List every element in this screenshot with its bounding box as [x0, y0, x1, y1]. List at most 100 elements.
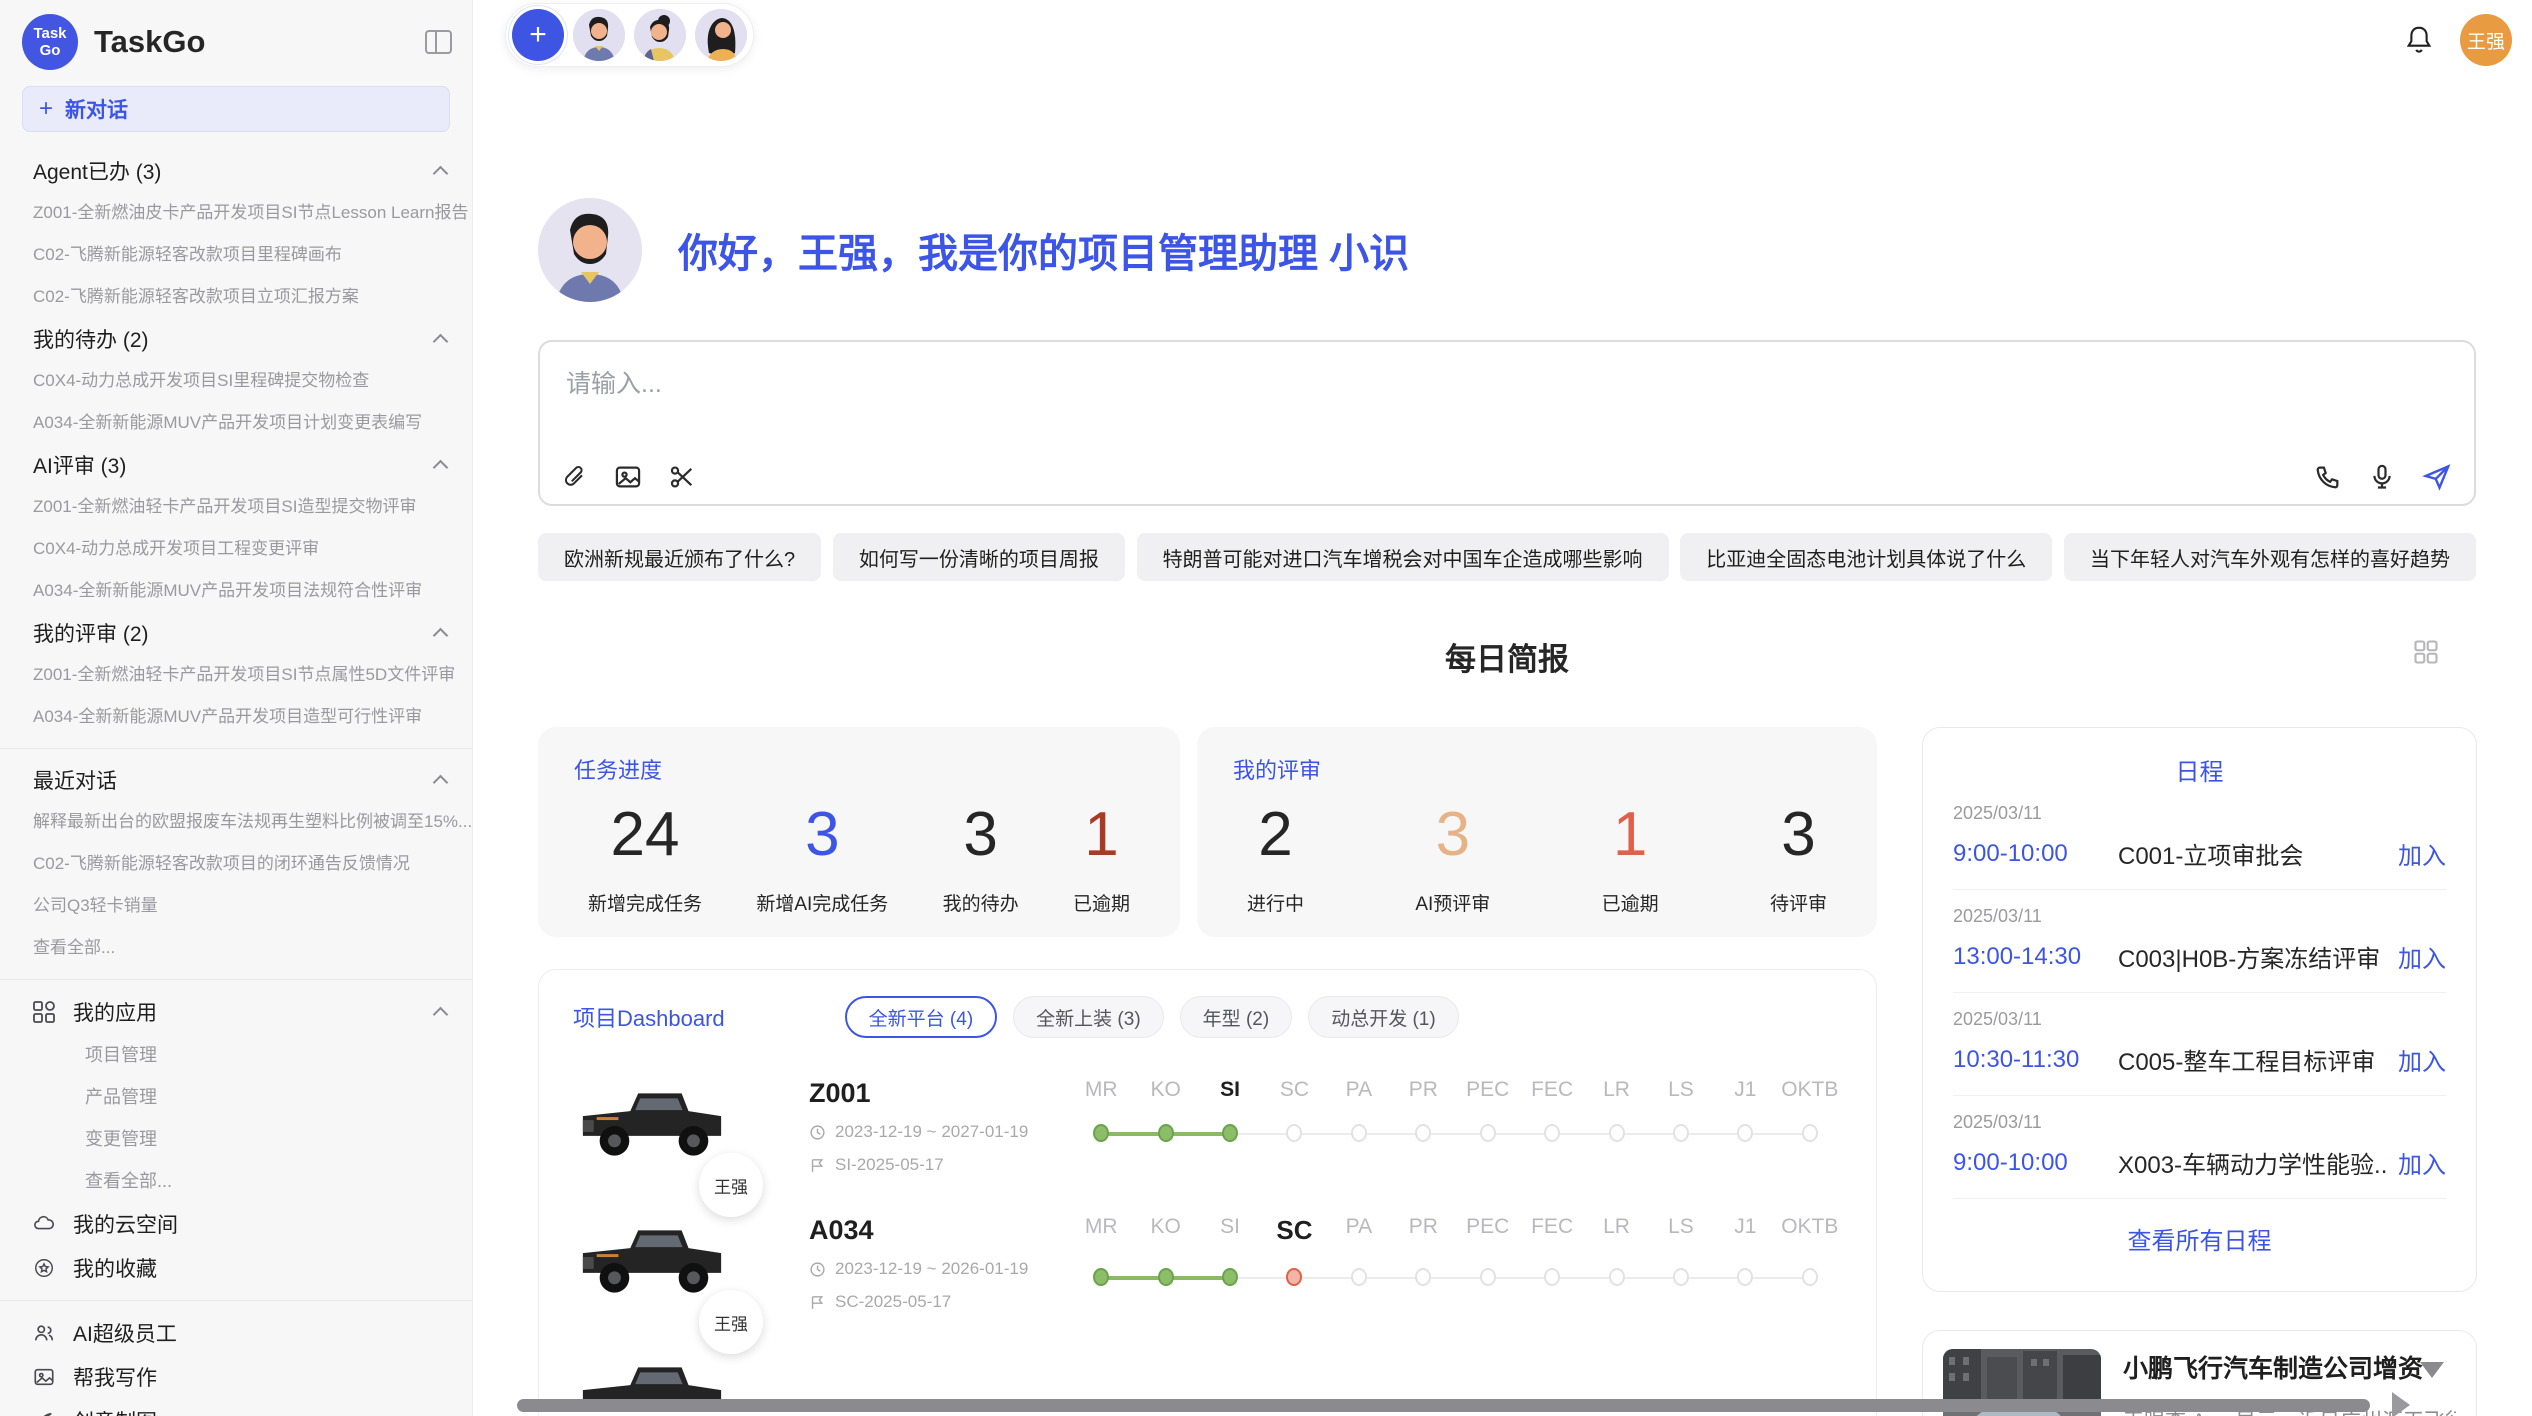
section-my-apps[interactable]: 我的应用 [0, 990, 472, 1034]
sidebar-item-help-write[interactable]: 帮我写作 [0, 1355, 472, 1399]
sidebar-item-cloud-space[interactable]: 我的云空间 [0, 1202, 472, 1246]
project-row[interactable]: 王强 A034 2023-12-19 ~ 2026-01-19 SC-2025-… [573, 1215, 1842, 1312]
taskgo-logo: Task Go [22, 14, 78, 70]
new-chat-button[interactable]: + 新对话 [22, 86, 450, 132]
view-all-schedule-link[interactable]: 查看所有日程 [1953, 1221, 2446, 1256]
recent-chat-item[interactable]: 公司Q3轻卡销量 [0, 885, 472, 927]
sidebar-item[interactable]: C0X4-动力总成开发项目工程变更评审 [0, 528, 472, 570]
section-agent-done[interactable]: Agent已办 (3) [0, 150, 472, 192]
sidebar-item-creative-draw[interactable]: 创意制图 [0, 1399, 472, 1416]
milestone-label: J1 [1713, 1215, 1777, 1246]
sidebar-item[interactable]: Z001-全新燃油轻卡产品开发项目SI造型提交物评审 [0, 486, 472, 528]
apps-view-all[interactable]: 查看全部... [0, 1160, 472, 1202]
sidebar-item[interactable]: A034-全新新能源MUV产品开发项目计划变更表编写 [0, 402, 472, 444]
suggestion-chip[interactable]: 特朗普可能对进口汽车增税会对中国车企造成哪些影响 [1137, 533, 1669, 581]
avatar[interactable] [573, 9, 625, 61]
join-button[interactable]: 加入 [2398, 1042, 2446, 1077]
user-avatar[interactable]: 王强 [2460, 14, 2512, 66]
chevron-up-icon[interactable] [434, 626, 448, 640]
tab-model-year[interactable]: 年型 (2) [1180, 996, 1293, 1038]
suggestion-chip[interactable]: 欧洲新规最近颁布了什么? [538, 533, 821, 581]
tab-powertrain[interactable]: 动总开发 (1) [1308, 996, 1459, 1038]
stat-label: 待评审 [1770, 889, 1827, 916]
recent-view-all[interactable]: 查看全部... [0, 927, 472, 969]
suggestion-chip[interactable]: 比亚迪全固态电池计划具体说了什么 [1680, 533, 2052, 581]
project-info: Z001 2023-12-19 ~ 2027-01-19 SI-2025-05-… [809, 1078, 1059, 1175]
chevron-up-icon[interactable] [434, 164, 448, 178]
layout-grid-icon[interactable] [2412, 638, 2440, 666]
sidebar-item-label: 我的云空间 [73, 1209, 178, 1239]
sidebar-item[interactable]: Z001-全新燃油皮卡产品开发项目SI节点Lesson Learn报告 [0, 192, 472, 234]
scroll-down-arrow-icon[interactable] [2420, 1362, 2444, 1378]
message-composer[interactable]: 请输入... [538, 340, 2476, 506]
stat-label: 新增AI完成任务 [756, 889, 888, 916]
chevron-up-icon[interactable] [434, 773, 448, 787]
sidebar-item-label: 我的收藏 [73, 1253, 157, 1283]
sidebar-item[interactable]: C0X4-动力总成开发项目SI里程碑提交物检查 [0, 360, 472, 402]
image-upload-icon[interactable] [614, 463, 642, 491]
sidebar-item-ai-employee[interactable]: AI超级员工 [0, 1311, 472, 1355]
milestone-label: LS [1649, 1078, 1713, 1102]
schedule-time: 9:00-10:00 [1953, 1149, 2118, 1177]
add-session-button[interactable]: + [512, 9, 564, 61]
suggestion-chip[interactable]: 当下年轻人对汽车外观有怎样的喜好趋势 [2064, 533, 2476, 581]
briefing-title: 每日简报 [1445, 642, 1569, 677]
dashboard-tabs: 全新平台 (4) 全新上装 (3) 年型 (2) 动总开发 (1) [845, 996, 1459, 1038]
schedule-card: 日程 2025/03/11 9:00-10:00 C001-立项审批会 加入 2… [1922, 727, 2477, 1292]
scroll-right-arrow-icon[interactable] [2392, 1392, 2410, 1416]
clock-icon [809, 1124, 826, 1141]
new-chat-label: 新对话 [65, 94, 128, 124]
section-ai-review[interactable]: AI评审 (3) [0, 444, 472, 486]
microphone-icon[interactable] [2368, 463, 2396, 491]
app-item-product-mgmt[interactable]: 产品管理 [0, 1076, 472, 1118]
recent-chat-item[interactable]: C02-飞腾新能源轻客改款项目的闭环通告反馈情况 [0, 843, 472, 885]
sidebar-item[interactable]: Z001-全新燃油轻卡产品开发项目SI节点属性5D文件评审 [0, 654, 472, 696]
join-button[interactable]: 加入 [2398, 836, 2446, 871]
milestone-label: PA [1327, 1078, 1391, 1102]
milestone-labels: MR KO SI SC PA PR PEC FEC LR LS J1 OKTB [1069, 1215, 1842, 1246]
section-recent-chats[interactable]: 最近对话 [0, 759, 472, 801]
sidebar-collapse-icon[interactable] [425, 30, 452, 54]
phone-icon[interactable] [2314, 463, 2342, 491]
sidebar-item[interactable]: C02-飞腾新能源轻客改款项目里程碑画布 [0, 234, 472, 276]
cloud-icon [33, 1213, 55, 1235]
avatar-person-icon [634, 9, 686, 61]
chevron-up-icon[interactable] [434, 458, 448, 472]
chevron-up-icon[interactable] [434, 1005, 448, 1019]
dashboard-title: 项目Dashboard [573, 1001, 725, 1033]
stat: 2 进行中 [1247, 795, 1304, 916]
avatar[interactable] [695, 9, 747, 61]
app-item-project-mgmt[interactable]: 项目管理 [0, 1034, 472, 1076]
section-title: 我的应用 [73, 997, 434, 1027]
sidebar-item[interactable]: A034-全新新能源MUV产品开发项目法规符合性评审 [0, 570, 472, 612]
section-title: 最近对话 [33, 765, 434, 795]
sidebar-item[interactable]: C02-飞腾新能源轻客改款项目立项汇报方案 [0, 276, 472, 318]
milestone-label: PEC [1455, 1078, 1519, 1102]
milestone-label: LR [1584, 1215, 1648, 1246]
send-icon[interactable] [2422, 462, 2452, 492]
chevron-up-icon[interactable] [434, 332, 448, 346]
section-my-todo[interactable]: 我的待办 (2) [0, 318, 472, 360]
suggestion-chip[interactable]: 如何写一份清晰的项目周报 [833, 533, 1125, 581]
sidebar-item-favorites[interactable]: 我的收藏 [0, 1246, 472, 1290]
tab-new-body[interactable]: 全新上装 (3) [1013, 996, 1164, 1038]
horizontal-scrollbar-thumb[interactable] [517, 1399, 2370, 1412]
tab-new-platform[interactable]: 全新平台 (4) [845, 996, 998, 1038]
scissors-icon[interactable] [668, 463, 696, 491]
stat-value: 1 [1073, 795, 1130, 875]
avatar[interactable] [634, 9, 686, 61]
join-button[interactable]: 加入 [2398, 1145, 2446, 1180]
project-code: Z001 [809, 1078, 1059, 1109]
app-item-change-mgmt[interactable]: 变更管理 [0, 1118, 472, 1160]
recent-chat-item[interactable]: 解释最新出台的欧盟报废车法规再生塑料比例被调至15%... [0, 801, 472, 843]
milestone-label: PA [1327, 1215, 1391, 1246]
milestone-dots [1069, 1256, 1842, 1302]
section-my-review[interactable]: 我的评审 (2) [0, 612, 472, 654]
sidebar-item[interactable]: A034-全新新能源MUV产品开发项目造型可行性评审 [0, 696, 472, 738]
bell-icon[interactable] [2404, 24, 2434, 56]
attachment-icon[interactable] [562, 463, 588, 491]
avatar-man-icon [573, 9, 625, 61]
project-row[interactable]: 王强 Z001 2023-12-19 ~ 2027-01-19 SI-2025-… [573, 1078, 1842, 1175]
join-button[interactable]: 加入 [2398, 939, 2446, 974]
stat: 24 新增完成任务 [588, 795, 702, 916]
